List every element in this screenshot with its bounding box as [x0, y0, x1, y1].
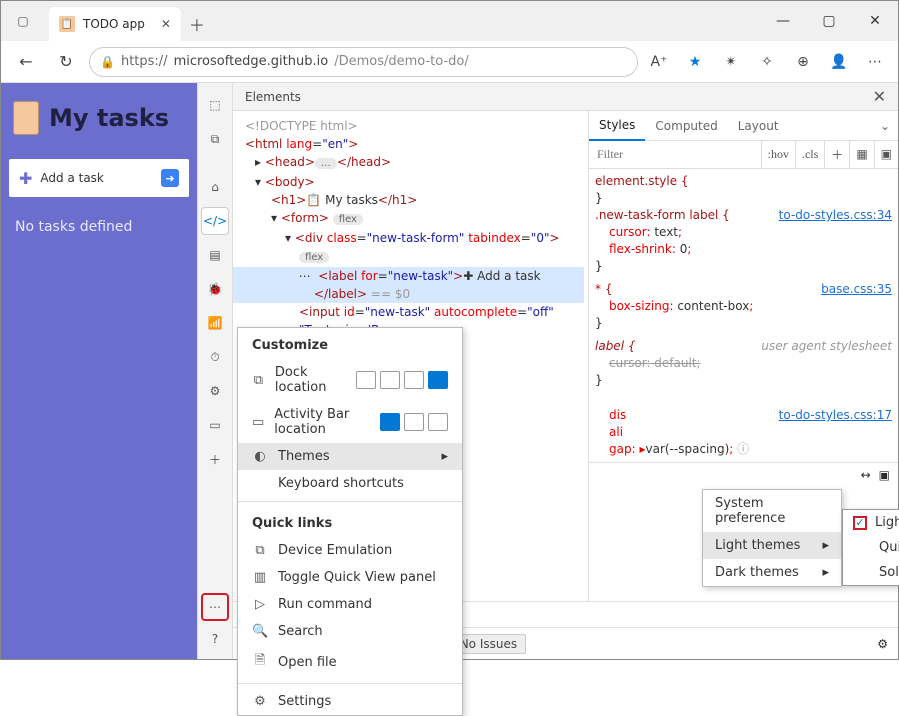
new-rule-icon[interactable]: ＋ — [824, 141, 849, 169]
webpage: My tasks ✚ Add a task ➜ No tasks defined — [1, 83, 197, 659]
theme-dark[interactable]: Dark themes▸ — [703, 559, 841, 586]
plus-icon: ✚ — [19, 169, 32, 188]
quickview-icon: ▥ — [252, 570, 268, 585]
sources-icon[interactable]: 🐞 — [201, 275, 229, 303]
window-controls: — ▢ ✕ — [760, 1, 898, 41]
close-devtools-icon[interactable]: ✕ — [873, 87, 886, 106]
customize-button[interactable]: ⋯ — [201, 593, 229, 621]
collections-icon[interactable]: ⊕ — [788, 47, 818, 77]
elements-icon[interactable]: </> — [201, 207, 229, 235]
themes-icon: ◐ — [252, 449, 268, 464]
checked-icon: ✓ — [853, 516, 867, 530]
more-tabs-icon[interactable]: ⌄ — [872, 119, 898, 133]
add-task-input[interactable]: ✚ Add a task ➜ — [9, 159, 189, 197]
rendering-icon[interactable]: ▣ — [874, 141, 898, 169]
close-window-button[interactable]: ✕ — [852, 1, 898, 41]
theme-lightplus[interactable]: ✓ Light+ (Default) — [843, 510, 899, 535]
theme-system[interactable]: System preference — [703, 490, 841, 532]
menu-runcommand[interactable]: ▷Run command — [238, 591, 462, 618]
maximize-button[interactable]: ▢ — [806, 1, 852, 41]
device-icon[interactable]: ⧉ — [201, 125, 229, 153]
no-tasks-text: No tasks defined — [1, 203, 197, 251]
application-icon[interactable]: ▭ — [201, 411, 229, 439]
tab-actions-icon[interactable]: ▢ — [1, 1, 45, 41]
profile-icon[interactable]: 👤 — [824, 47, 854, 77]
cls-toggle[interactable]: .cls — [795, 141, 824, 169]
tab-computed[interactable]: Computed — [645, 111, 727, 141]
menu-header: Customize — [238, 328, 462, 359]
network-icon[interactable]: 📶 — [201, 309, 229, 337]
page-title: My tasks — [49, 104, 169, 132]
panel-header: Elements ✕ — [233, 83, 898, 111]
theme-quiet[interactable]: Quiet Light — [843, 535, 899, 560]
url-path: /Demos/demo-to-do/ — [334, 54, 469, 69]
filter-input[interactable] — [589, 147, 761, 162]
menu-dock[interactable]: ⧉ Dock location — [238, 359, 462, 401]
url-host: microsoftedge.github.io — [174, 54, 329, 69]
panel-title: Elements — [245, 90, 301, 104]
themes-submenu: System preference Light themes▸ Dark the… — [702, 489, 842, 587]
devtools: ⬚ ⧉ ⌂ </> ▤ 🐞 📶 ⏱ ⚙ ▭ ＋ ⋯ ? Elements — [197, 83, 898, 659]
url-scheme: https:// — [121, 54, 168, 69]
activity-icon: ▭ — [252, 415, 264, 430]
help-icon[interactable]: ? — [201, 625, 229, 653]
activity-bar: ⬚ ⧉ ⌂ </> ▤ 🐞 📶 ⏱ ⚙ ▭ ＋ ⋯ ? — [197, 83, 233, 659]
performance-icon[interactable]: ⏱ — [201, 343, 229, 371]
theme-light[interactable]: Light themes▸ — [703, 532, 841, 559]
inspect-icon[interactable]: ⬚ — [201, 91, 229, 119]
drawer-icon2[interactable]: ▣ — [879, 468, 890, 482]
menu-emulation[interactable]: ⧉Device Emulation — [238, 537, 462, 564]
new-tab-button[interactable]: ＋ — [181, 7, 213, 41]
tab-styles[interactable]: Styles — [589, 111, 645, 141]
reader-icon[interactable]: A⁺ — [644, 47, 674, 77]
dock-icon: ⧉ — [252, 373, 265, 388]
welcome-icon[interactable]: ⌂ — [201, 173, 229, 201]
menu-themes[interactable]: ◐ Themes ▸ — [238, 443, 462, 470]
theme-solarized[interactable]: Solarized Light — [843, 560, 899, 585]
search-icon: 🔍 — [252, 624, 268, 639]
menu-activity[interactable]: ▭ Activity Bar location — [238, 401, 462, 443]
tab-layout[interactable]: Layout — [728, 111, 789, 141]
menu-search[interactable]: 🔍Search — [238, 618, 462, 645]
refresh-button[interactable]: ↻ — [49, 45, 83, 79]
computed-icon[interactable]: ▦ — [849, 141, 873, 169]
tab-title: TODO app — [83, 17, 145, 31]
favorites-bar-icon[interactable]: ✧ — [752, 47, 782, 77]
style-rules[interactable]: element.style { } .new-task-form label {… — [589, 169, 898, 462]
run-icon: ▷ — [252, 597, 268, 612]
menu-icon[interactable]: ⋯ — [860, 47, 890, 77]
menu-settings[interactable]: ⚙Settings — [238, 688, 462, 715]
close-tab-icon[interactable]: ✕ — [161, 17, 171, 31]
menu-openfile[interactable]: 🗎Open file — [238, 645, 462, 679]
console-settings-icon[interactable]: ⚙ — [877, 637, 888, 651]
light-themes-submenu: ✓ Light+ (Default) Quiet Light Solarized… — [842, 509, 899, 586]
device-emulation-icon: ⧉ — [252, 543, 268, 558]
url-field[interactable]: 🔒 https:// microsoftedge.github.io /Demo… — [89, 47, 638, 77]
menu-shortcuts[interactable]: Keyboard shortcuts — [238, 470, 462, 497]
drawer-icon[interactable]: ↔ — [861, 468, 871, 482]
lock-icon: 🔒 — [100, 55, 115, 69]
add-task-label: Add a task — [40, 171, 103, 185]
clipboard-icon — [13, 101, 39, 135]
tab-favicon: 📋 — [59, 16, 75, 32]
customize-menu: Customize ⧉ Dock location ▭ Activity Bar… — [237, 327, 463, 716]
console-icon[interactable]: ▤ — [201, 241, 229, 269]
favorite-icon[interactable]: ★ — [680, 47, 710, 77]
back-button[interactable]: ← — [9, 45, 43, 79]
minimize-button[interactable]: — — [760, 1, 806, 41]
submit-icon[interactable]: ➜ — [161, 169, 179, 187]
gear-icon: ⚙ — [252, 694, 268, 709]
memory-icon[interactable]: ⚙ — [201, 377, 229, 405]
extensions-icon[interactable]: ✴ — [716, 47, 746, 77]
menu-quickview[interactable]: ▥Toggle Quick View panel — [238, 564, 462, 591]
menu-header-quick: Quick links — [238, 506, 462, 537]
hov-toggle[interactable]: :hov — [761, 141, 795, 169]
more-tools-icon[interactable]: ＋ — [201, 445, 229, 473]
file-icon: 🗎 — [252, 651, 268, 673]
address-bar: ← ↻ 🔒 https:// microsoftedge.github.io /… — [1, 41, 898, 83]
browser-tab[interactable]: 📋 TODO app ✕ — [49, 7, 181, 41]
titlebar: ▢ 📋 TODO app ✕ ＋ — ▢ ✕ — [1, 1, 898, 41]
